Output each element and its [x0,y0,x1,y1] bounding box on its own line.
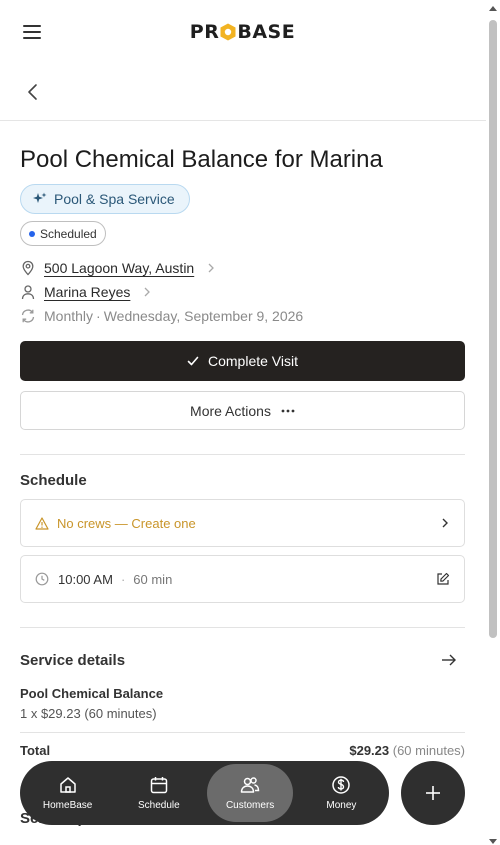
visit-date: Wednesday, September 9, 2026 [103,308,304,324]
more-actions-button[interactable]: More Actions [20,391,465,430]
total-value: $29.23 (60 minutes) [349,743,465,758]
total-amount: $29.23 [349,743,390,758]
chevron-right-icon [442,518,448,528]
recurrence-row: Monthly · Wednesday, September 9, 2026 [20,308,303,324]
plus-icon [426,786,440,800]
visit-duration: 60 min [133,571,173,587]
nav-item-homebase[interactable]: HomeBase [25,764,111,822]
clock-icon [35,572,49,586]
nav-item-money[interactable]: Money [298,764,384,822]
separator: · [96,308,101,324]
logo-text-left: PR [189,21,220,43]
nav-label: Customers [225,800,275,811]
customer-row[interactable]: Marina Reyes [20,284,152,300]
nav-label: HomeBase [42,800,93,811]
calendar-icon [150,777,168,794]
arrow-right-icon[interactable] [441,653,457,667]
dot-separator: · [120,571,126,587]
crew-warning-card[interactable]: No crews — Create one [20,499,465,547]
complete-visit-label: Complete Visit [207,353,298,369]
crew-warning-text: No crews — Create one [57,515,196,531]
visit-time: 10:00 AM [58,571,113,587]
warning-triangle-icon [35,516,49,530]
divider [20,627,465,628]
dollar-icon [332,776,351,794]
sub-header [0,64,486,121]
service-item-name: Pool Chemical Balance [20,686,164,701]
person-icon [21,285,35,300]
logo-text-right: BASE [237,21,296,43]
nav-label: Schedule [138,800,180,811]
top-header: PR BASE [0,0,486,64]
customer-link[interactable]: Marina Reyes [44,284,130,300]
add-button[interactable] [401,761,465,825]
sparkle-icon [33,192,47,203]
bottom-nav: HomeBase Schedule Customers Money [20,761,389,825]
service-tag-label: Pool & Spa Service [54,191,175,207]
nav-label: Money [326,800,357,811]
nav-item-customers[interactable]: Customers [207,764,294,822]
service-details-title: Service details [20,652,126,669]
schedule-section-title: Schedule [20,472,87,489]
total-row: Total $29.23 (60 minutes) [20,743,465,758]
status-label: Scheduled [40,226,97,241]
menu-icon[interactable] [23,25,41,39]
scroll-down-arrow-icon[interactable] [489,839,497,844]
page-title: Pool Chemical Balance for Marina [20,146,383,173]
location-pin-icon [22,260,34,276]
time-card[interactable]: 10:00 AM · 60 min [20,555,465,603]
total-duration: (60 minutes) [392,743,465,758]
ellipsis-icon [281,409,295,412]
more-actions-label: More Actions [190,402,271,419]
address-link[interactable]: 500 Lagoon Way, Austin [44,260,194,276]
total-label: Total [20,743,51,758]
nav-item-schedule[interactable]: Schedule [116,764,202,822]
chevron-right-icon [208,263,215,273]
back-chevron-icon[interactable] [24,83,42,101]
status-dot [29,230,35,237]
status-badge: Scheduled [20,221,106,246]
divider [20,732,465,733]
users-icon [240,777,260,793]
complete-visit-button[interactable]: Complete Visit [20,341,465,381]
address-row[interactable]: 500 Lagoon Way, Austin [20,260,216,276]
chevron-right-icon [144,287,151,297]
probase-logo[interactable]: PR BASE [190,21,295,43]
scrollbar[interactable] [488,6,498,844]
edit-icon[interactable] [436,572,450,586]
scroll-thumb[interactable] [489,20,497,638]
logo-hex-icon [220,23,236,41]
repeat-icon [21,309,35,323]
home-icon [59,777,76,793]
service-type-tag: Pool & Spa Service [20,184,190,214]
divider [20,454,465,455]
service-item-meta: 1 x $29.23 (60 minutes) [20,706,157,721]
recurrence-label: Monthly [44,308,94,324]
check-icon [187,356,199,366]
scroll-up-arrow-icon[interactable] [489,6,497,11]
